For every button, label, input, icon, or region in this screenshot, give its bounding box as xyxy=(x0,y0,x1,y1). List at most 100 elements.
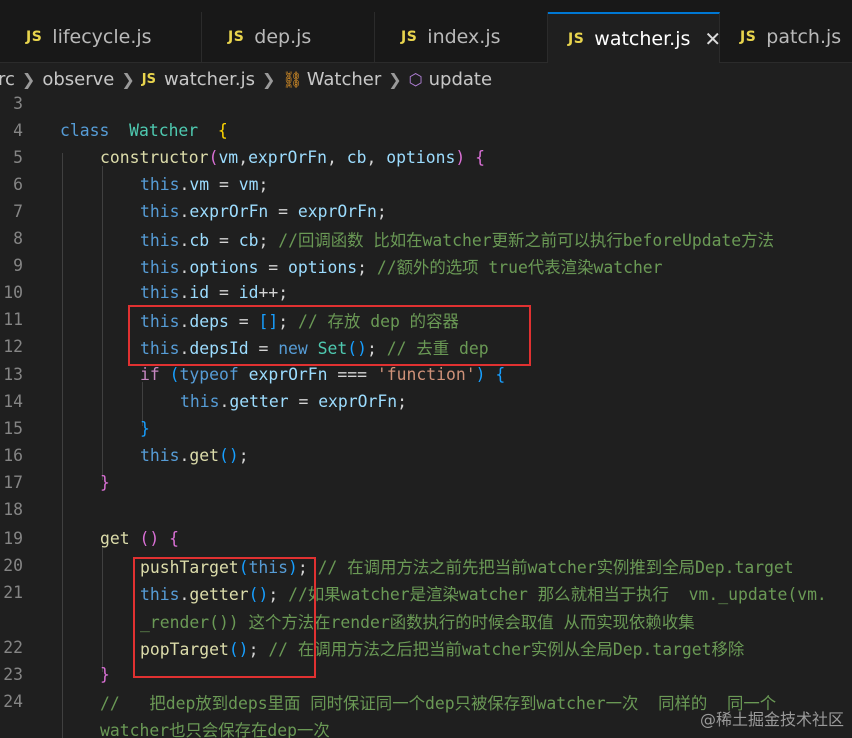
highlight-box-deps xyxy=(128,305,531,366)
code-token: constructor xyxy=(100,148,209,167)
code-token: //回调函数 比如在watcher更新之前可以执行beforeUpdate方法 xyxy=(278,230,774,250)
code-line[interactable]: 8 this.cb = cb; //回调函数 比如在watcher更新之前可以执行… xyxy=(0,225,852,252)
line-number: 24 xyxy=(3,692,23,711)
code-token: . xyxy=(179,257,190,277)
code-line[interactable]: 9 this.options = options; //额外的选项 true代表渲… xyxy=(0,252,852,279)
code-token: . xyxy=(179,446,190,465)
code-token: } xyxy=(100,665,110,684)
code-token: ; xyxy=(357,257,377,277)
code-token: . xyxy=(179,283,190,302)
code-line[interactable]: 6 this.vm = vm; xyxy=(0,171,852,198)
code-line[interactable]: 4 class Watcher { xyxy=(0,117,852,144)
code-text: } xyxy=(140,419,150,438)
code-text: get () { xyxy=(100,529,179,548)
code-text: this.options = options; //额外的选项 true代表渲染… xyxy=(140,254,663,278)
javascript-file-icon: JS xyxy=(228,29,245,45)
tab-label: lifecycle.js xyxy=(52,26,152,48)
close-icon[interactable]: ✕ xyxy=(704,27,721,51)
code-token: vm xyxy=(238,175,259,194)
code-token: exprOrFn xyxy=(248,365,328,384)
line-number: 10 xyxy=(3,283,23,302)
line-number: 8 xyxy=(13,229,23,248)
code-token: ; xyxy=(397,392,408,411)
code-line[interactable]: _render()) 这个方法在render函数执行的时候会取值 从而实现依赖收… xyxy=(0,607,852,634)
code-token: . xyxy=(219,392,230,411)
javascript-file-icon: JS xyxy=(141,71,156,87)
code-token: this xyxy=(180,392,220,411)
javascript-file-icon: JS xyxy=(740,29,757,45)
code-token: this xyxy=(140,283,180,302)
code-token: () xyxy=(139,529,160,548)
code-line[interactable]: 20 pushTarget(this); // 在调用方法之前先把当前watche… xyxy=(0,552,852,579)
code-token: 'function' xyxy=(376,365,476,384)
code-line[interactable]: 14 this.getter = exprOrFn; xyxy=(0,388,852,415)
code-token: } xyxy=(100,473,110,492)
code-token: ) xyxy=(455,148,466,167)
line-number: 23 xyxy=(3,665,23,684)
code-token: = xyxy=(258,257,289,277)
code-token: if xyxy=(140,365,160,384)
line-number: 13 xyxy=(3,365,23,384)
breadcrumb: rc ❯ observe ❯ JS watcher.js ❯ ⛓ Watcher… xyxy=(0,63,852,95)
code-text: } xyxy=(100,473,110,492)
code-token: options xyxy=(189,257,259,277)
code-editor[interactable]: 3 4 class Watcher {5 constructor(vm,exprOrF… xyxy=(0,95,852,738)
code-token: = xyxy=(268,202,298,221)
tab-index-js[interactable]: JS index.js xyxy=(375,12,548,62)
tab-patch-js[interactable]: JS patch.js xyxy=(720,12,852,62)
tab-lifecycle-js[interactable]: JS lifecycle.js xyxy=(0,12,202,62)
code-token: { xyxy=(217,121,228,140)
code-line[interactable]: 3 xyxy=(0,95,852,117)
code-token: . xyxy=(179,202,190,221)
code-token: this xyxy=(140,257,180,277)
code-line[interactable]: 17} xyxy=(0,469,852,496)
code-token: class xyxy=(60,121,110,140)
breadcrumb-folder[interactable]: observe xyxy=(42,69,114,90)
code-token: = xyxy=(209,175,239,194)
tab-label: index.js xyxy=(427,26,501,48)
line-number: 21 xyxy=(3,583,23,602)
code-token: options xyxy=(386,148,456,167)
code-token: // 在调用方法之后把当前watcher实例从全局Dep.target移除 xyxy=(268,639,745,659)
javascript-file-icon: JS xyxy=(401,29,418,45)
code-text: this.id = id++; xyxy=(140,283,288,302)
line-number: 3 xyxy=(13,95,23,113)
javascript-file-icon: JS xyxy=(26,29,43,45)
code-line[interactable]: 18 xyxy=(0,496,852,523)
code-line[interactable]: 15} xyxy=(0,415,852,442)
code-line[interactable]: 21 this.getter(); //如果watcher是渲染watcher 那… xyxy=(0,579,852,606)
breadcrumb-file[interactable]: watcher.js xyxy=(164,69,255,90)
code-token: // 把dep放到deps里面 同时保证同一个dep只被保存到watcher一次… xyxy=(100,693,777,713)
code-token: ( xyxy=(208,148,219,167)
code-token: , xyxy=(366,148,387,167)
code-token: ; xyxy=(238,446,249,465)
breadcrumb-src[interactable]: rc xyxy=(0,69,15,90)
code-token: Watcher xyxy=(129,121,199,140)
chevron-right-icon: ❯ xyxy=(262,69,276,89)
code-text: this.cb = cb; //回调函数 比如在watcher更新之前可以执行b… xyxy=(140,227,774,251)
line-number: 22 xyxy=(3,638,23,657)
code-line[interactable]: 5 constructor(vm,exprOrFn, cb, options) { xyxy=(0,144,852,171)
code-line[interactable]: 7 this.exprOrFn = exprOrFn; xyxy=(0,198,852,225)
code-token: . xyxy=(179,230,190,250)
breadcrumb-class[interactable]: Watcher xyxy=(307,69,382,90)
tab-dep-js[interactable]: JS dep.js xyxy=(202,12,375,62)
breadcrumb-method[interactable]: update xyxy=(429,69,492,90)
code-line[interactable]: 16 this.get(); xyxy=(0,442,852,469)
code-token: { xyxy=(169,529,179,548)
code-token: getter xyxy=(229,392,289,411)
tab-watcher-js[interactable]: JS watcher.js ✕ xyxy=(548,12,721,63)
line-number: 11 xyxy=(3,310,23,329)
code-token: { xyxy=(475,148,485,167)
line-number: 19 xyxy=(3,529,23,548)
code-line[interactable]: 23} xyxy=(0,661,852,688)
code-line[interactable]: 19 get () { xyxy=(0,525,852,552)
code-token: this xyxy=(140,446,180,465)
code-line[interactable]: 22 popTarget(); // 在调用方法之后把当前watcher实例从全局… xyxy=(0,634,852,661)
code-line[interactable]: 10 this.id = id++; xyxy=(0,279,852,306)
code-token: exprOrFn xyxy=(248,148,328,167)
